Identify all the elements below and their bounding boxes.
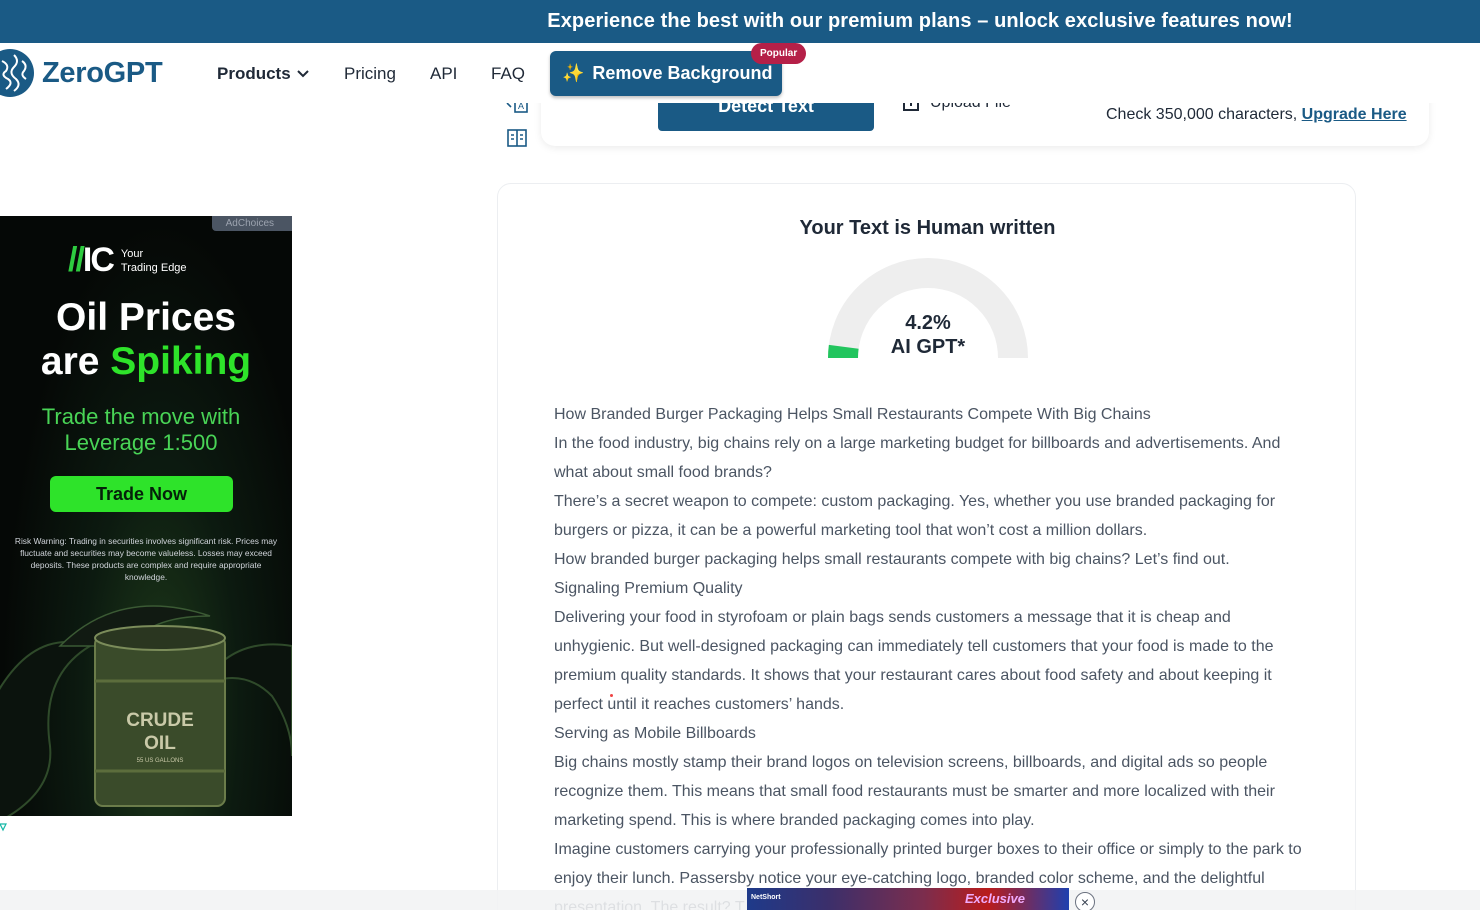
character-limit-text: Check 350,000 characters, Upgrade Here bbox=[1106, 106, 1407, 124]
analyzed-paragraph: How branded burger packaging helps small… bbox=[554, 551, 1230, 568]
sparkle-icon: ✨ bbox=[562, 63, 585, 83]
ad-brand: //IC Your Trading Edge bbox=[68, 241, 187, 280]
ai-gpt-label: AI GPT* bbox=[890, 336, 966, 358]
nav-api[interactable]: API bbox=[430, 64, 457, 84]
promo-banner-text: Experience the best with our premium pla… bbox=[547, 10, 1293, 32]
analyzed-paragraph: Delivering your food in styrofoam or pla… bbox=[554, 609, 1274, 713]
nav-faq[interactable]: FAQ bbox=[491, 64, 525, 84]
remove-background-label: Remove Background bbox=[592, 63, 773, 83]
ad-info-icon[interactable] bbox=[0, 822, 8, 832]
result-title: Your Text is Human written bbox=[799, 217, 1056, 239]
ad-headline-spiking: Spiking bbox=[110, 340, 252, 383]
close-icon[interactable]: × bbox=[1075, 892, 1095, 910]
bottom-ad-logo: NetShort bbox=[751, 894, 781, 901]
analyzed-paragraph: Serving as Mobile Billboards bbox=[554, 725, 756, 742]
ad-headline-are: are bbox=[40, 340, 100, 383]
ad-sub-line-1: Trade the move with bbox=[41, 404, 241, 429]
ad-sub-line-2: Leverage 1:500 bbox=[64, 430, 218, 455]
ad-tagline-line-2: Trading Edge bbox=[120, 261, 187, 274]
gauge-value: 4.2% AI GPT* bbox=[826, 311, 1030, 359]
barrel-text-oil: OIL bbox=[144, 733, 176, 754]
ad-risk-warning: Risk Warning: Trading in securities invo… bbox=[14, 536, 278, 582]
ad-subheadline: Trade the move with Leverage 1:500 bbox=[0, 404, 282, 456]
analyzed-paragraph: There’s a secret weapon to compete: cust… bbox=[554, 493, 1276, 539]
bottom-ad-strip bbox=[0, 890, 1480, 910]
barrel-text-crude: CRUDE bbox=[126, 710, 194, 731]
result-panel: Your Text is Human written 4.2% AI GPT* … bbox=[497, 183, 1356, 910]
cursor-marker bbox=[610, 694, 613, 697]
analyzed-paragraph: How Branded Burger Packaging Helps Small… bbox=[554, 406, 1151, 423]
ad-brand-logo: //IC bbox=[68, 241, 115, 279]
popular-badge: Popular bbox=[751, 43, 807, 64]
ad-tagline-line-1: Your bbox=[120, 247, 144, 260]
left-advertisement[interactable]: AdChoices //IC Your Trading Edge Oil Pri… bbox=[0, 216, 292, 816]
brain-logo-icon bbox=[0, 49, 34, 97]
nav-products-label: Products bbox=[217, 64, 291, 83]
zerogpt-logo[interactable]: ZeroGPT bbox=[0, 47, 163, 99]
ad-headline-line-1: Oil Prices bbox=[56, 296, 236, 339]
ai-percentage-label: 4.2% bbox=[905, 312, 951, 334]
bottom-advertisement[interactable]: NetShort Exclusive bbox=[747, 888, 1069, 910]
bottom-ad-title: Exclusive bbox=[965, 891, 1025, 906]
upgrade-link[interactable]: Upgrade Here bbox=[1302, 106, 1407, 123]
logo-text: ZeroGPT bbox=[42, 56, 163, 89]
nav-pricing[interactable]: Pricing bbox=[344, 64, 396, 84]
check-text-label: Check 350,000 characters, bbox=[1106, 106, 1298, 123]
analyzed-text: How Branded Burger Packaging Helps Small… bbox=[554, 400, 1304, 910]
analyzed-paragraph: Signaling Premium Quality bbox=[554, 580, 743, 597]
adchoices-label[interactable]: AdChoices bbox=[211, 216, 292, 231]
nav-products[interactable]: Products bbox=[217, 64, 309, 84]
promo-banner[interactable]: Experience the best with our premium pla… bbox=[0, 0, 1480, 43]
analyzed-paragraph: In the food industry, big chains rely on… bbox=[554, 435, 1281, 481]
main-nav: ZeroGPT Products Pricing API FAQ ✨ Remov… bbox=[0, 43, 1480, 103]
ad-brand-tagline: Your Trading Edge bbox=[121, 247, 187, 275]
compare-icon[interactable] bbox=[506, 129, 528, 147]
oil-barrel-image: CRUDE OIL 55 US GALLONS bbox=[0, 605, 292, 816]
chevron-down-icon bbox=[296, 70, 309, 78]
ad-headline-line-2: are Spiking bbox=[0, 340, 292, 384]
remove-background-button[interactable]: ✨ Remove Background bbox=[550, 51, 782, 96]
trade-now-button[interactable]: Trade Now bbox=[50, 476, 233, 512]
analyzed-paragraph: Big chains mostly stamp their brand logo… bbox=[554, 754, 1275, 829]
barrel-text-gallons: 55 US GALLONS bbox=[137, 758, 184, 764]
